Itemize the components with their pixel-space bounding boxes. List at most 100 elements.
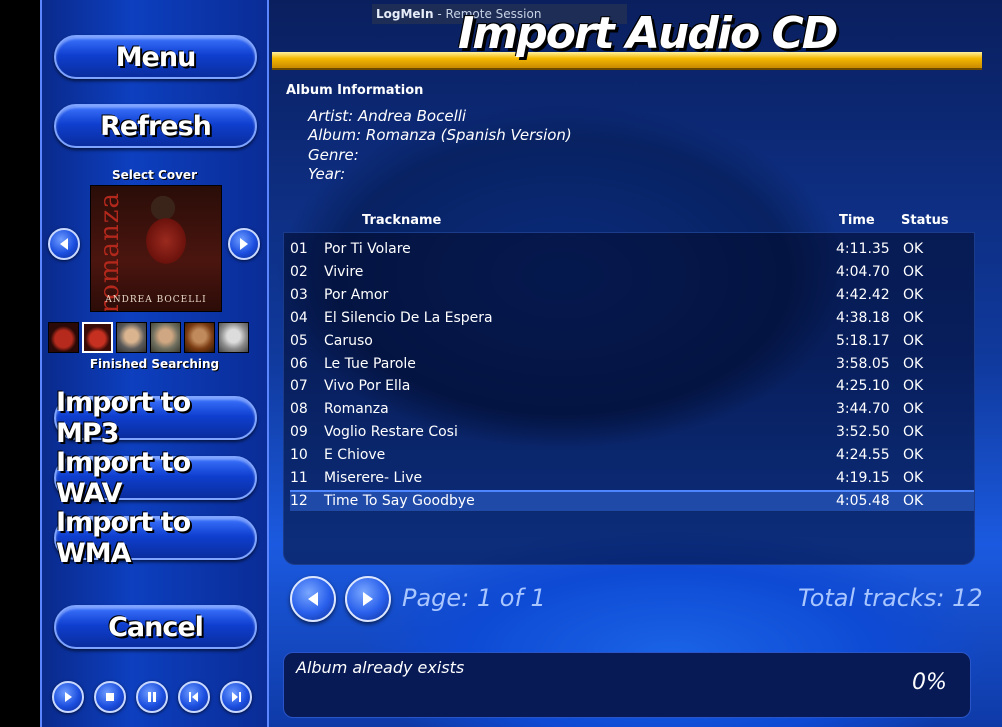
stop-button[interactable] — [94, 681, 126, 713]
track-row-selected[interactable]: 12 Time To Say Goodbye 4:05.48 OK — [290, 490, 974, 512]
logmein-brand: LogMeIn — [376, 7, 434, 21]
track-time: 4:05.48 — [836, 493, 890, 509]
track-number: 08 — [290, 401, 308, 417]
track-row[interactable]: 02 Vivire 4:04.70 OK — [290, 261, 974, 283]
track-row[interactable]: 04 El Silencio De La Espera 4:38.18 OK — [290, 307, 974, 329]
track-row[interactable]: 11 Miserere- Live 4:19.15 OK — [290, 467, 974, 489]
track-status: OK — [903, 378, 924, 394]
cover-artist-text: ANDREA BOCELLI — [105, 295, 207, 305]
cover-thumbnail[interactable] — [218, 322, 249, 353]
previous-track-icon — [189, 692, 198, 702]
track-status: OK — [903, 287, 924, 303]
track-row[interactable]: 03 Por Amor 4:42.42 OK — [290, 284, 974, 306]
track-row[interactable]: 01 Por Ti Volare 4:11.35 OK — [290, 238, 974, 260]
track-number: 10 — [290, 447, 308, 463]
album-info-heading: Album Information — [286, 83, 424, 98]
track-name: Por Ti Volare — [324, 241, 411, 257]
track-time: 5:18.17 — [836, 333, 890, 349]
track-status: OK — [903, 241, 924, 257]
cover-thumbnails — [48, 322, 249, 353]
pause-icon — [148, 692, 156, 702]
track-name: Vivo Por Ella — [324, 378, 411, 394]
sidebar: Menu Refresh Select Cover romanza ANDREA… — [40, 0, 269, 727]
track-name: Miserere- Live — [324, 470, 423, 486]
track-number: 11 — [290, 470, 308, 486]
track-status: OK — [903, 310, 924, 326]
track-status: OK — [903, 264, 924, 280]
track-status: OK — [903, 424, 924, 440]
track-number: 04 — [290, 310, 308, 326]
prev-cover-button[interactable] — [48, 228, 80, 260]
track-number: 05 — [290, 333, 308, 349]
album-cover-image[interactable]: romanza ANDREA BOCELLI — [90, 185, 222, 312]
track-name: Por Amor — [324, 287, 389, 303]
track-name: El Silencio De La Espera — [324, 310, 493, 326]
track-time: 3:52.50 — [836, 424, 890, 440]
prev-page-button[interactable] — [290, 576, 336, 622]
import-wma-button[interactable]: Import to WMA — [54, 507, 257, 569]
total-tracks: Total tracks: 12 — [798, 584, 983, 612]
track-time: 3:58.05 — [836, 356, 890, 372]
track-name: Le Tue Parole — [324, 356, 416, 372]
next-track-icon — [232, 692, 241, 702]
track-time: 4:25.10 — [836, 378, 890, 394]
track-time: 3:44.70 — [836, 401, 890, 417]
import-wav-button[interactable]: Import to WAV — [54, 447, 257, 509]
track-row[interactable]: 08 Romanza 3:44.70 OK — [290, 398, 974, 420]
track-time: 4:11.35 — [836, 241, 890, 257]
play-button[interactable] — [52, 681, 84, 713]
track-number: 01 — [290, 241, 308, 257]
track-row[interactable]: 07 Vivo Por Ella 4:25.10 OK — [290, 375, 974, 397]
next-track-button[interactable] — [220, 681, 252, 713]
progress-percent: 0% — [912, 670, 947, 695]
track-name: Vivire — [324, 264, 364, 280]
arrow-right-icon — [240, 238, 248, 250]
cover-thumbnail[interactable] — [116, 322, 147, 353]
track-row[interactable]: 05 Caruso 5:18.17 OK — [290, 330, 974, 352]
cover-thumbnail-selected[interactable] — [82, 322, 113, 353]
track-name: Time To Say Goodbye — [324, 493, 475, 509]
page-indicator: Page: 1 of 1 — [402, 584, 546, 612]
page-title: Import Audio CD — [458, 8, 838, 59]
track-name: Caruso — [324, 333, 373, 349]
track-row[interactable]: 09 Voglio Restare Cosi 3:52.50 OK — [290, 421, 974, 443]
arrow-left-icon — [60, 238, 68, 250]
import-mp3-button[interactable]: Import to MP3 — [54, 387, 257, 449]
next-cover-button[interactable] — [228, 228, 260, 260]
album-genre: Genre: — [308, 146, 359, 164]
column-header-time[interactable]: Time — [839, 213, 875, 228]
track-number: 03 — [290, 287, 308, 303]
track-number: 12 — [290, 493, 308, 509]
play-icon — [65, 692, 72, 702]
track-time: 4:19.15 — [836, 470, 890, 486]
album-artist: Artist: Andrea Bocelli — [308, 107, 467, 125]
previous-track-button[interactable] — [178, 681, 210, 713]
refresh-button[interactable]: Refresh — [54, 104, 257, 148]
menu-button[interactable]: Menu — [54, 35, 257, 79]
track-time: 4:24.55 — [836, 447, 890, 463]
track-time: 4:38.18 — [836, 310, 890, 326]
select-cover-label: Select Cover — [112, 168, 197, 182]
cover-thumbnail[interactable] — [48, 322, 79, 353]
track-name: E Chiove — [324, 447, 386, 463]
arrow-right-icon — [363, 592, 373, 606]
track-status: OK — [903, 401, 924, 417]
track-status: OK — [903, 470, 924, 486]
status-message: Album already exists — [296, 658, 465, 677]
track-row[interactable]: 06 Le Tue Parole 3:58.05 OK — [290, 353, 974, 375]
track-time: 4:42.42 — [836, 287, 890, 303]
cover-thumbnail[interactable] — [150, 322, 181, 353]
arrow-left-icon — [308, 592, 318, 606]
track-time: 4:04.70 — [836, 264, 890, 280]
cover-title-text: romanza — [95, 192, 125, 312]
track-row[interactable]: 10 E Chiove 4:24.55 OK — [290, 444, 974, 466]
track-number: 02 — [290, 264, 308, 280]
cancel-button[interactable]: Cancel — [54, 605, 257, 649]
next-page-button[interactable] — [345, 576, 391, 622]
column-header-trackname[interactable]: Trackname — [362, 213, 441, 228]
track-number: 06 — [290, 356, 308, 372]
cover-thumbnail[interactable] — [184, 322, 215, 353]
column-header-status[interactable]: Status — [901, 213, 949, 228]
album-title: Album: Romanza (Spanish Version) — [308, 126, 572, 144]
pause-button[interactable] — [136, 681, 168, 713]
